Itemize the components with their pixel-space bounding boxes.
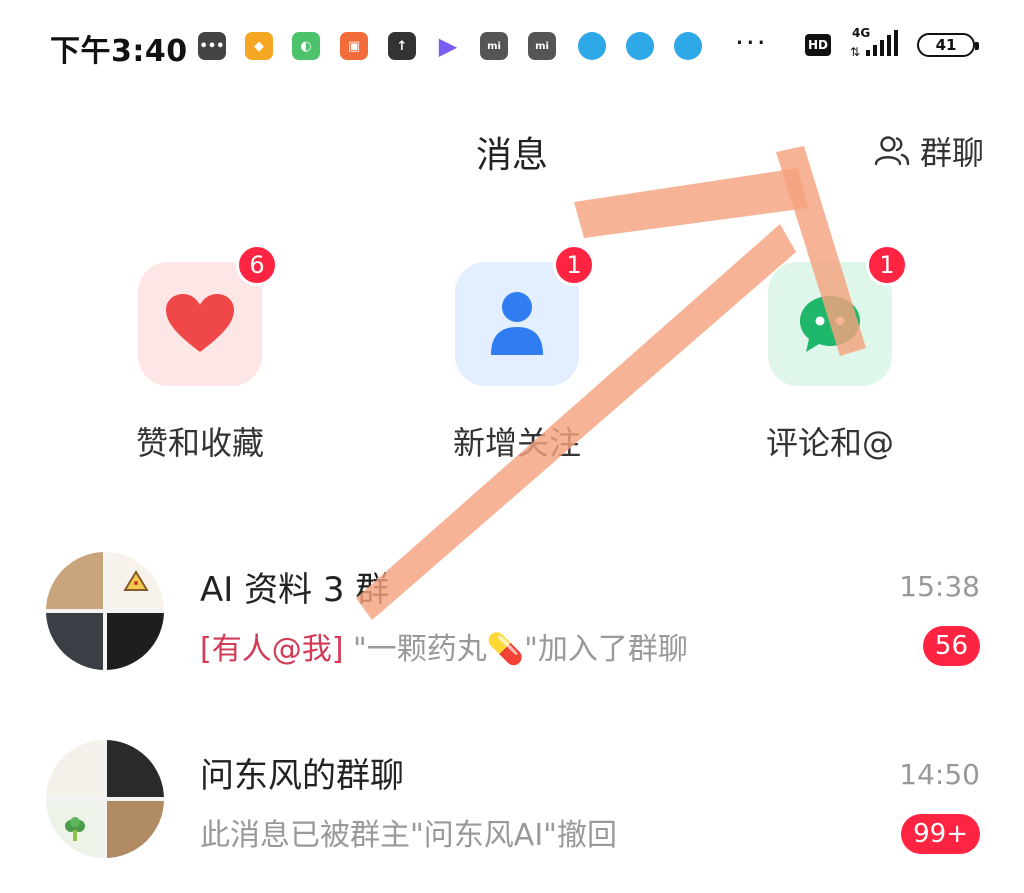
more-notifications-icon: ··· [735, 26, 768, 59]
anime-photo [107, 613, 164, 670]
likes-badge: 6 [236, 244, 278, 286]
followers-tile: 1 [455, 244, 595, 386]
cat-photo [46, 552, 103, 609]
chat-name: 问东风的群聊 [200, 756, 404, 796]
shopping-app-icon: ▣ [340, 32, 368, 60]
comments-badge: 1 [866, 244, 908, 286]
unread-badge: 99+ [901, 814, 980, 854]
chat-list-item[interactable]: AI 资料 3 群 15:38 [有人@我] "一颗药丸💊"加入了群聊 56 [0, 548, 1024, 688]
hd-icon: HD [805, 34, 831, 56]
battery-indicator: 41 [917, 33, 979, 57]
message-notification-icon: ••• [198, 32, 226, 60]
people-icon [874, 136, 910, 166]
blue-app-icon-2 [626, 32, 654, 60]
hand-photo [107, 801, 164, 858]
person-icon [491, 292, 543, 355]
dark-photo [107, 740, 164, 797]
person-photo [46, 613, 103, 670]
likes-label: 赞和收藏 [135, 424, 264, 462]
comments-and-mentions-button[interactable]: 1 评论和@ [765, 244, 908, 462]
mi-app-icon-2: mi [528, 32, 556, 60]
likes-and-favorites-button[interactable]: 6 赞和收藏 [135, 244, 278, 462]
new-followers-button[interactable]: 1 新增关注 [452, 244, 595, 462]
blue-app-icon-3 [674, 32, 702, 60]
followers-badge: 1 [553, 244, 595, 286]
status-time: 下午3:40 [50, 34, 188, 69]
group-avatar [46, 552, 164, 670]
chat-time: 15:38 [899, 570, 980, 603]
upload-icon: ↑ [388, 32, 416, 60]
chat-preview: [有人@我] "一颗药丸💊"加入了群聊 [200, 624, 688, 668]
group-chat-button[interactable]: 群聊 [874, 128, 984, 174]
green-app-icon: ◐ [292, 32, 320, 60]
chat-list-item[interactable]: 问东风的群聊 14:50 此消息已被群主"问东风AI"撤回 99+ [0, 736, 1024, 876]
pizza-icon [107, 552, 164, 609]
svg-text:⇅: ⇅ [850, 45, 860, 59]
heart-icon [166, 294, 234, 352]
chat-bubble-icon [800, 296, 860, 352]
status-bar: 下午3:40 ••• ◆ ◐ ▣ ↑ ▶ mi mi ··· HD 4G ⇅ 4… [0, 0, 1024, 90]
chat-name: AI 资料 3 群 [200, 570, 390, 610]
comments-tile: 1 [768, 244, 908, 386]
chat-preview-text: 此消息已被群主"问东风AI"撤回 [200, 818, 617, 853]
blue-app-icon [578, 32, 606, 60]
signal-icon: 4G ⇅ [850, 26, 910, 60]
mention-tag: [有人@我] [200, 632, 344, 667]
group-avatar [46, 740, 164, 858]
broccoli-icon [46, 801, 103, 858]
play-app-icon: ▶ [438, 32, 458, 60]
likes-tile: 6 [138, 244, 278, 386]
chat-time: 14:50 [899, 758, 980, 791]
group-chat-label: 群聊 [919, 134, 984, 172]
mi-app-icon: mi [480, 32, 508, 60]
comments-label: 评论和@ [765, 424, 894, 462]
unread-badge: 56 [922, 626, 980, 666]
page-title: 消息 [475, 135, 548, 176]
followers-label: 新增关注 [452, 424, 581, 462]
shield-app-icon: ◆ [245, 32, 273, 60]
chat-preview-text: "一颗药丸💊"加入了群聊 [352, 632, 688, 667]
calligraphy-avatar [46, 740, 103, 797]
